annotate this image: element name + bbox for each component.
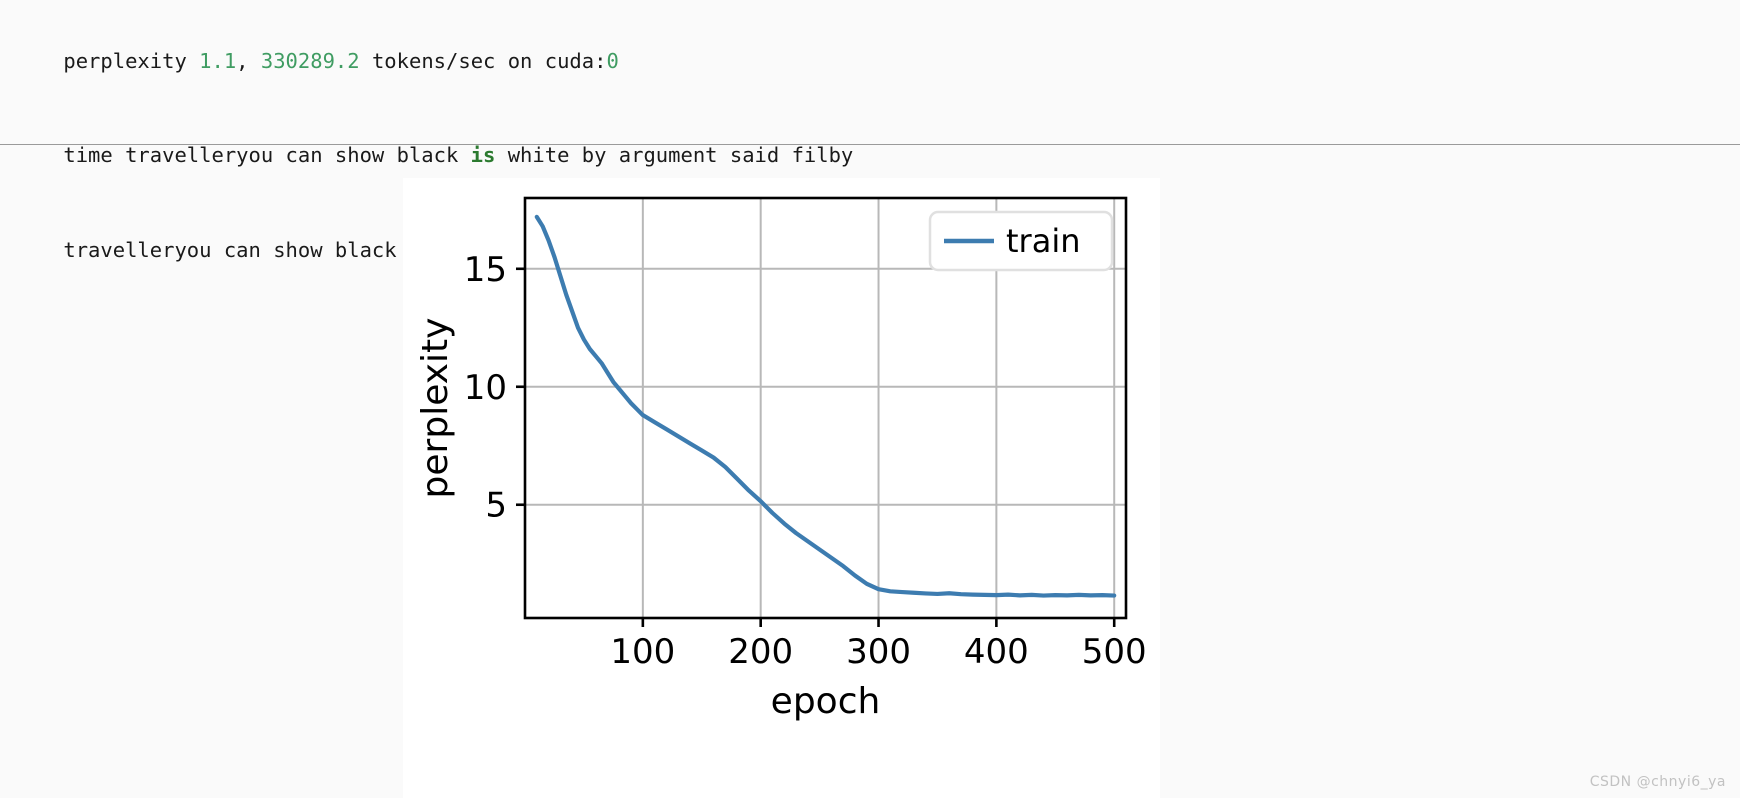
chart-legend[interactable]: train (928, 210, 1114, 272)
legend-label: train (1006, 222, 1080, 260)
console-text-perplexity-label: perplexity (63, 48, 200, 73)
console-text-sample-2-a: travelleryou can show black (63, 237, 409, 262)
ytick-label: 5 (485, 486, 507, 526)
console-text-sample-1-a: time travelleryou can show black (63, 143, 471, 167)
perplexity-line-chart: 100 200 300 400 500 5 10 15 epoch perplexity train (415, 196, 1147, 722)
xtick-label: 500 (1082, 632, 1147, 672)
x-axis-label: epoch (771, 681, 881, 722)
ytick-label: 15 (464, 250, 507, 290)
chart-ticks: 100 200 300 400 500 5 10 15 (464, 250, 1147, 672)
xtick-label: 300 (846, 632, 911, 672)
console-value-tokens-per-sec: 330289.2 (260, 48, 360, 73)
console-text-tokens-suffix: tokens/sec on cuda: (359, 48, 607, 73)
csdn-watermark: CSDN @chnyi6_ya (1589, 774, 1726, 790)
console-token-highlight: is (470, 143, 496, 167)
console-value-perplexity: 1.1 (199, 48, 237, 73)
xtick-label: 100 (610, 632, 675, 672)
xtick-label: 400 (964, 632, 1029, 672)
output-divider (0, 144, 1740, 145)
y-axis-label: perplexity (415, 318, 456, 499)
console-text-sample-1-b: white by argument said filby (495, 143, 854, 167)
chart-series-group (534, 214, 1117, 598)
xtick-label: 200 (728, 632, 793, 672)
ytick-label: 10 (464, 368, 507, 408)
console-line: perplexity 1.1, 330289.2 tokens/sec on c… (14, 14, 1740, 109)
console-text-comma: , (236, 48, 261, 73)
matplotlib-figure-panel: 100 200 300 400 500 5 10 15 epoch perplexity train (403, 178, 1160, 798)
plot-area: 100 200 300 400 500 5 10 15 epoch perplexity train (403, 178, 1160, 798)
series-line-train (534, 214, 1117, 598)
console-value-device-index: 0 (606, 48, 619, 73)
